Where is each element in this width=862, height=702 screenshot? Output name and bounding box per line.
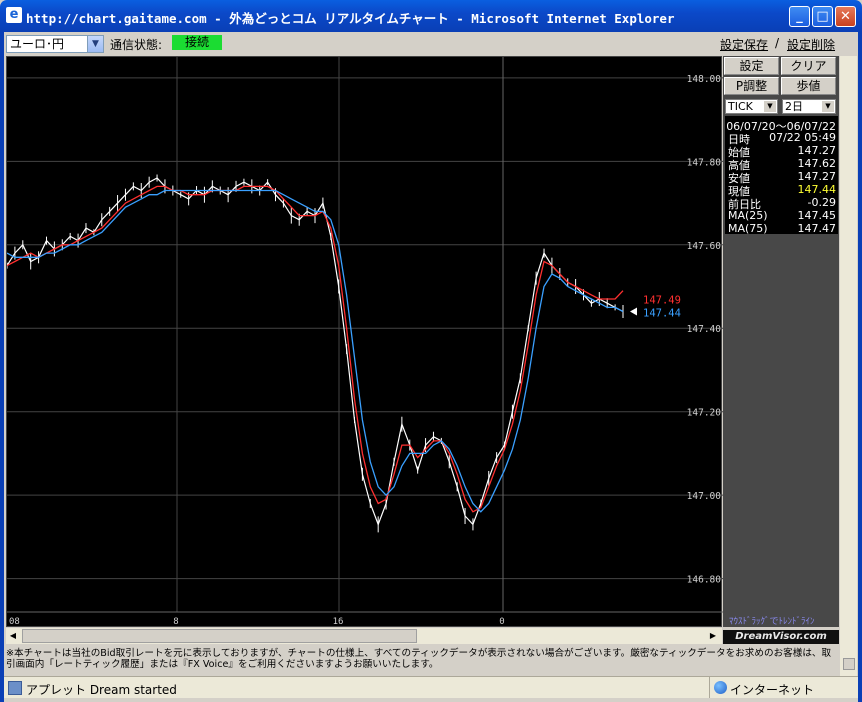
- interval-value: TICK: [728, 100, 753, 113]
- ie-icon: e: [6, 7, 22, 23]
- globe-icon: [714, 681, 727, 694]
- ma25-marker-label: 147.49: [643, 295, 681, 307]
- scroll-left-icon[interactable]: ◀: [6, 628, 20, 644]
- current-price-marker: [630, 307, 637, 316]
- currency-pair-value: ユーロ･円: [10, 37, 65, 51]
- scroll-right-icon[interactable]: ▶: [706, 628, 720, 644]
- ma75-marker-label: 147.44: [643, 308, 681, 320]
- security-zone: インターネット: [709, 677, 858, 698]
- maximize-button[interactable]: □: [812, 6, 833, 27]
- title-bar: e http://chart.gaitame.com - 外為どっとコム リアル…: [0, 0, 862, 32]
- info-label: MA(75): [728, 222, 768, 235]
- y-tick-label: 147.80: [687, 157, 722, 168]
- info-row: MA(75) 147.47: [728, 222, 836, 235]
- x-tick-label: 8: [173, 617, 178, 627]
- info-label: MA(25): [728, 209, 768, 222]
- y-tick-label: 147.00: [687, 491, 722, 502]
- window-frame-right: [858, 32, 862, 702]
- currency-pair-select[interactable]: ユーロ･円 ▼: [6, 35, 104, 53]
- delete-settings-link[interactable]: 設定削除: [787, 36, 835, 53]
- info-value: 147.62: [797, 157, 837, 170]
- status-bar: アプレット Dream started インターネット: [4, 676, 858, 698]
- info-row: MA(25) 147.45: [728, 209, 836, 222]
- info-row: 安値 147.27: [728, 170, 837, 185]
- y-tick-label: 147.20: [687, 408, 722, 419]
- interval-select[interactable]: TICK ▼: [725, 99, 778, 114]
- info-row: 始値 147.27: [728, 144, 837, 159]
- y-tick-label: 146.80: [687, 575, 722, 586]
- connection-status-badge: 接続: [172, 35, 222, 50]
- y-tick-label: 147.40: [687, 324, 722, 335]
- chevron-down-icon[interactable]: ▼: [822, 101, 834, 112]
- p-adjust-button[interactable]: P調整: [724, 77, 779, 95]
- info-row: 高値 147.62: [728, 157, 837, 172]
- close-button[interactable]: ✕: [835, 6, 856, 27]
- security-zone-text: インターネット: [730, 683, 815, 697]
- applet-icon: [8, 681, 22, 695]
- window-title: http://chart.gaitame.com - 外為どっとコム リアルタイ…: [26, 11, 675, 26]
- chart-scrollbar[interactable]: ◀ ▶: [6, 628, 722, 644]
- period-value: 2日: [785, 100, 803, 113]
- price-info-box: 06/07/20～06/07/22 日時 07/22 05:49 始値 147.27 高…: [725, 116, 838, 235]
- chevron-down-icon[interactable]: ▼: [87, 36, 103, 52]
- x-tick-label: 0: [499, 617, 504, 627]
- scroll-corner: [843, 658, 855, 670]
- info-value: 147.47: [797, 222, 837, 235]
- save-settings-link[interactable]: 設定保存: [720, 36, 768, 53]
- info-value: -0.29: [807, 196, 836, 209]
- info-value: 147.44: [797, 183, 837, 196]
- x-tick-label: 16: [333, 617, 344, 627]
- link-separator: /: [775, 36, 780, 50]
- date-range: 06/07/20～06/07/22: [726, 120, 836, 133]
- period-select[interactable]: 2日 ▼: [782, 99, 836, 114]
- y-tick-label: 148.00: [687, 74, 722, 85]
- clear-button[interactable]: クリア: [781, 57, 836, 75]
- tick-history-button[interactable]: 歩値: [781, 77, 836, 95]
- info-value: 147.27: [797, 170, 837, 183]
- status-text: アプレット Dream started: [26, 683, 177, 697]
- info-value: 07/22 05:49: [769, 131, 836, 144]
- x-tick-label: 08: [9, 617, 20, 627]
- info-row: 前日比 -0.29: [728, 196, 836, 211]
- trendline-hint: ﾏｳｽﾄﾞﾗｯｸﾞでﾄﾚﾝﾄﾞﾗｲﾝ: [729, 617, 815, 627]
- connection-status-label: 通信状態:: [110, 38, 163, 52]
- dreamvisor-logo[interactable]: DreamVisor.com: [723, 630, 839, 644]
- disclaimer-text: ※本チャートは当社のBid取引レートを元に表示しておりますが、チャートの仕様上、…: [6, 648, 832, 670]
- window-frame-left: [0, 32, 4, 702]
- scrollbar-thumb[interactable]: [22, 629, 417, 643]
- info-row: 日時 07/22 05:49: [728, 131, 836, 146]
- settings-button[interactable]: 設定: [724, 57, 779, 75]
- page-scrollbar[interactable]: [840, 56, 857, 676]
- minimize-button[interactable]: _: [789, 6, 810, 27]
- y-tick-label: 147.60: [687, 241, 722, 252]
- info-value: 147.45: [797, 209, 837, 222]
- info-value: 147.27: [797, 144, 837, 157]
- ma25-series-line: [7, 185, 624, 513]
- control-panel: 設定 クリア P調整 歩値 TICK ▼ 2日 ▼ 06/07/20～06/07…: [723, 56, 839, 627]
- chart-canvas[interactable]: 148.00 147.80 147.60 147.40 147.20 147.00 146.…: [7, 57, 723, 628]
- price-chart[interactable]: 148.00 147.80 147.60 147.40 147.20 147.00 146.…: [6, 56, 723, 628]
- chevron-down-icon[interactable]: ▼: [764, 101, 776, 112]
- ma75-series-line: [7, 189, 624, 513]
- info-row: 現値 147.44: [728, 183, 837, 198]
